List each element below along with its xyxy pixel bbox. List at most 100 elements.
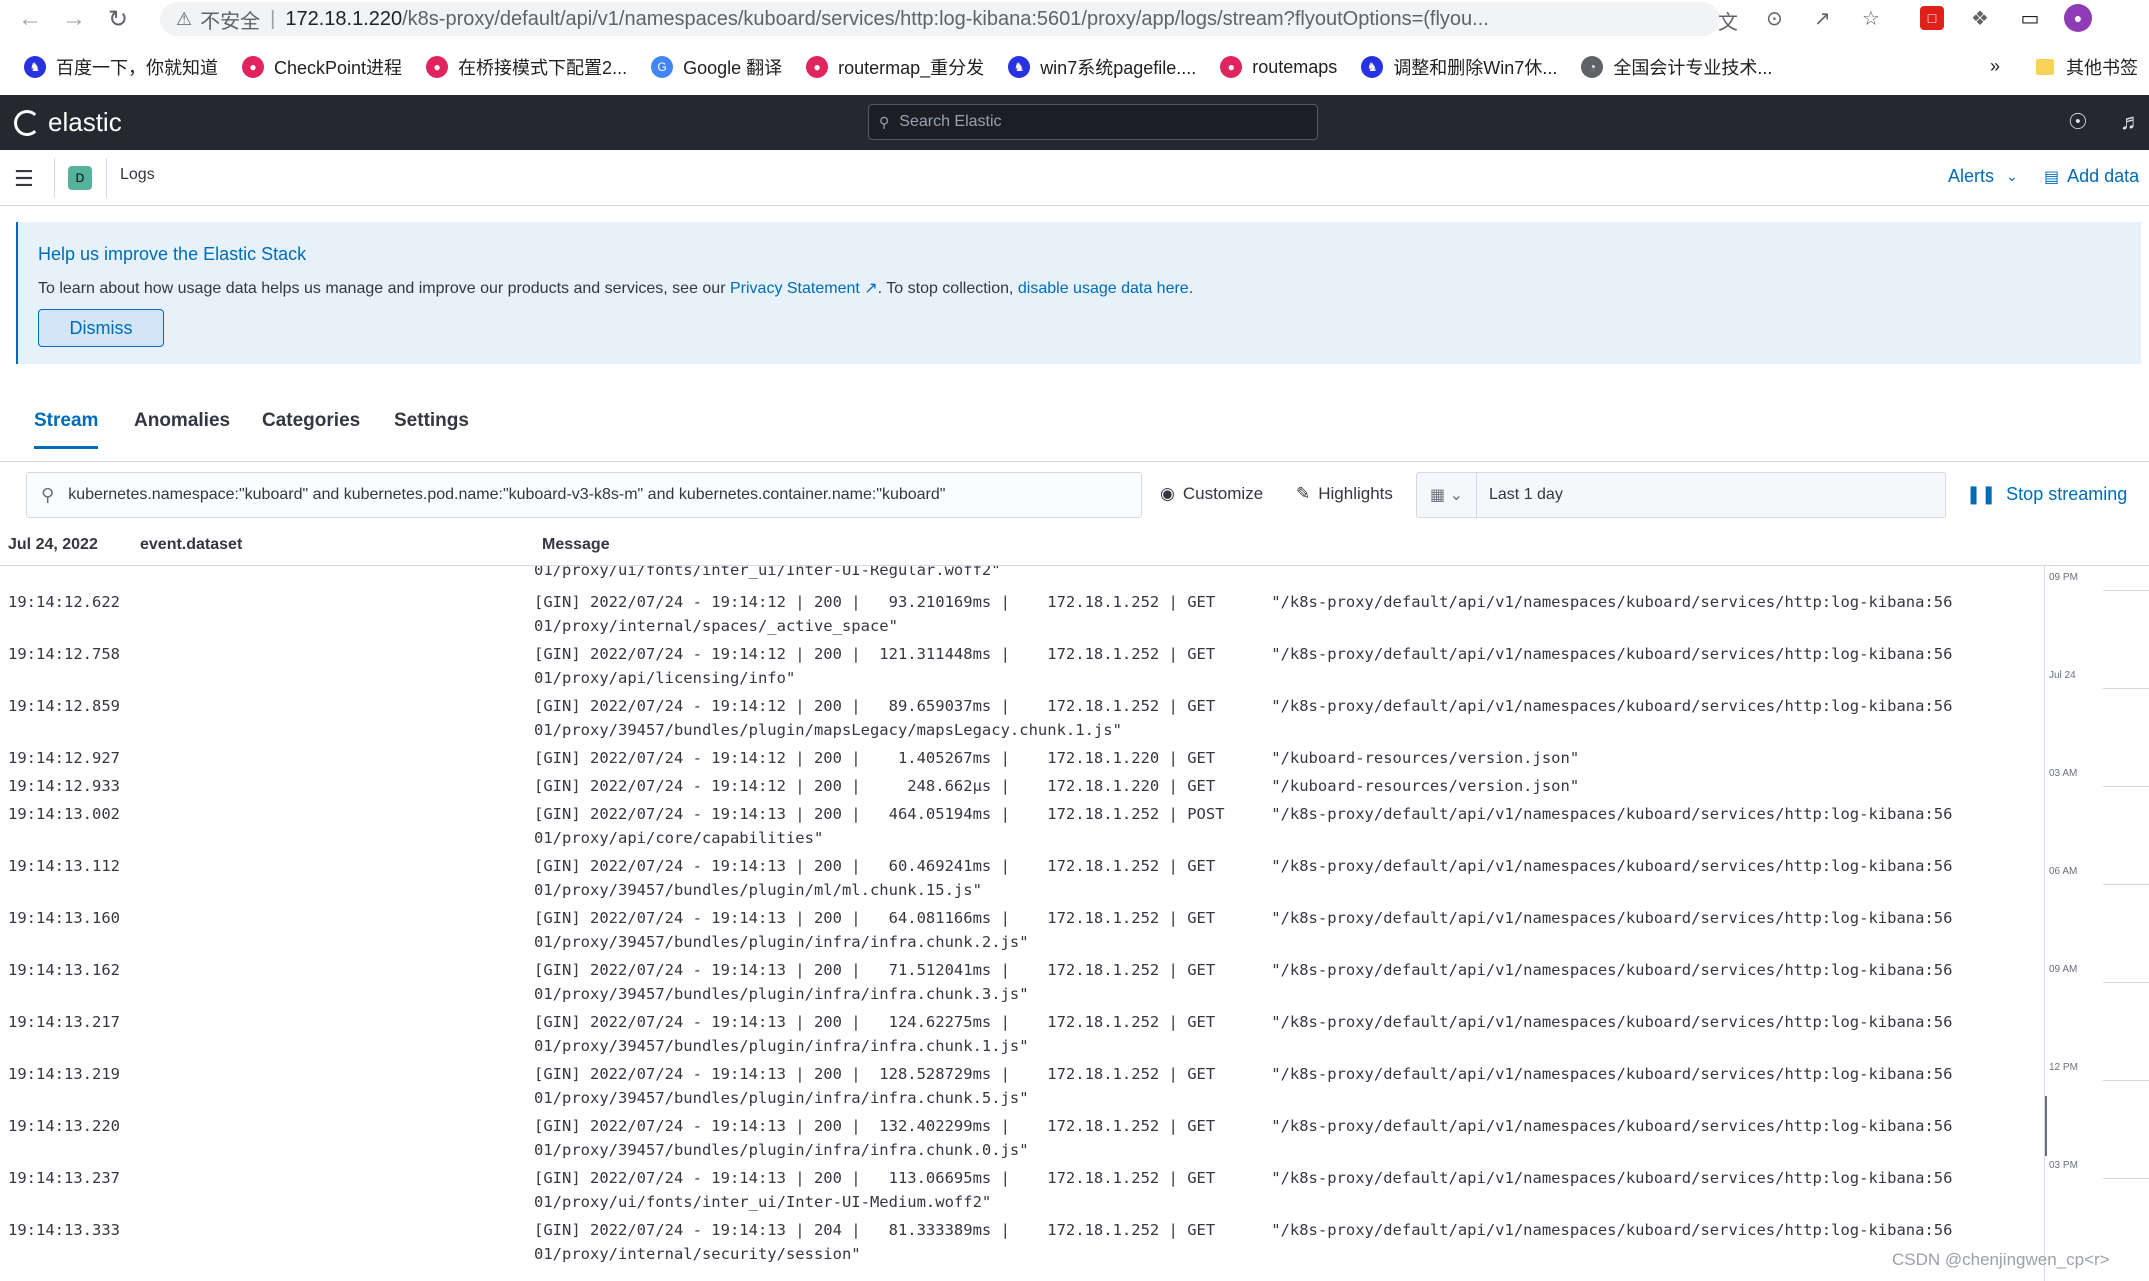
- log-message-line: [GIN] 2022/07/24 - 19:14:13 | 204 | 81.3…: [534, 1221, 1953, 1239]
- log-stream[interactable]: 01/proxy/ui/fonts/inter_ui/Inter-UI-Regu…: [0, 566, 2042, 1281]
- bookmark-label: 百度一下，你就知道: [56, 58, 218, 78]
- log-message-line: [GIN] 2022/07/24 - 19:14:12 | 200 | 248.…: [534, 777, 1580, 795]
- minimap-time-label: 03 AM: [2049, 768, 2078, 779]
- bookmark-favicon-icon: ●: [1220, 56, 1243, 78]
- minimap-time-label: 09 PM: [2049, 572, 2078, 583]
- address-bar[interactable]: ⚠ 不安全 | 172.18.1.220/k8s-proxy/default/a…: [160, 2, 1720, 36]
- newsfeed-icon[interactable]: ♬: [2120, 109, 2142, 135]
- pdf-extension-icon[interactable]: □: [1920, 6, 1944, 30]
- add-data-link[interactable]: ▤ Add data: [2044, 166, 2139, 187]
- share-icon[interactable]: ↗: [1814, 6, 1831, 31]
- add-data-icon: ▤: [2044, 168, 2060, 186]
- disable-usage-data-link[interactable]: disable usage data here: [1018, 280, 1189, 297]
- log-message-line: [GIN] 2022/07/24 - 19:14:13 | 200 | 71.5…: [534, 961, 1953, 979]
- log-timestamp: 19:14:13.333: [8, 1221, 120, 1239]
- log-timestamp: 19:14:13.160: [8, 909, 120, 927]
- search-elastic-input[interactable]: ⚲ Search Elastic: [868, 104, 1318, 140]
- tab-settings[interactable]: Settings: [394, 410, 469, 446]
- log-timestamp: 19:14:13.112: [8, 857, 120, 875]
- folder-icon: [2036, 59, 2054, 75]
- log-timestamp: 19:14:13.217: [8, 1013, 120, 1031]
- bookmark-label: 在桥接模式下配置2...: [458, 58, 628, 78]
- tab-categories[interactable]: Categories: [262, 410, 360, 446]
- log-timestamp: 19:14:13.219: [8, 1065, 120, 1083]
- elastic-logo-icon: [14, 109, 40, 136]
- log-timestamp: 19:14:12.933: [8, 777, 120, 795]
- back-arrow-icon[interactable]: ←: [14, 3, 46, 35]
- bookmark-item[interactable]: ● 在桥接模式下配置2...: [426, 54, 627, 80]
- eye-icon: ◉: [1160, 484, 1175, 503]
- hamburger-menu-icon[interactable]: ☰: [14, 166, 34, 192]
- bookmark-label: 全国会计专业技术...: [1613, 58, 1773, 78]
- warning-icon: ⚠: [176, 8, 193, 29]
- space-avatar[interactable]: D: [68, 166, 92, 190]
- reload-icon[interactable]: ↻: [102, 3, 134, 35]
- highlights-button[interactable]: ✎ Highlights: [1296, 484, 1393, 504]
- url-path: /k8s-proxy/default/api/v1/namespaces/kub…: [402, 7, 1489, 30]
- customize-button[interactable]: ◉ Customize: [1160, 484, 1263, 504]
- log-message-line: [GIN] 2022/07/24 - 19:14:12 | 200 | 93.2…: [534, 593, 1953, 611]
- stop-streaming-button[interactable]: ❚❚ Stop streaming: [1966, 484, 2127, 505]
- search-placeholder: Search Elastic: [899, 113, 1002, 130]
- breadcrumb-logs[interactable]: Logs: [120, 166, 155, 184]
- privacy-statement-link[interactable]: Privacy Statement: [730, 280, 860, 297]
- elastic-logo[interactable]: elastic: [14, 107, 122, 138]
- tab-stream[interactable]: Stream: [34, 410, 99, 449]
- log-message-line: 01/proxy/ui/fonts/inter_ui/Inter-UI-Medi…: [534, 1193, 992, 1211]
- log-message-line: [GIN] 2022/07/24 - 19:14:13 | 200 | 464.…: [534, 805, 1953, 823]
- bookmarks-overflow-icon[interactable]: »: [1990, 56, 2000, 77]
- log-message-line: [GIN] 2022/07/24 - 19:14:12 | 200 | 89.6…: [534, 697, 1953, 715]
- log-minimap[interactable]: 09 PM Jul 24 03 AM 06 AM 09 AM 12 PM 03 PM: [2044, 566, 2149, 1281]
- zoom-icon[interactable]: ⊙: [1766, 6, 1783, 31]
- tab-anomalies[interactable]: Anomalies: [134, 410, 230, 446]
- log-message-line: 01/proxy/api/core/capabilities": [534, 829, 824, 847]
- bookmark-item[interactable]: ● CheckPoint进程: [242, 54, 402, 80]
- bookmark-item[interactable]: ♞ win7系统pagefile....: [1008, 54, 1196, 80]
- log-timestamp: 19:14:12.622: [8, 593, 120, 611]
- translate-icon[interactable]: 文: [1718, 6, 1738, 35]
- column-date: Jul 24, 2022: [8, 536, 98, 553]
- bookmark-item[interactable]: ● routemaps: [1220, 56, 1337, 78]
- log-message-line: [GIN] 2022/07/24 - 19:14:12 | 200 | 1.40…: [534, 749, 1580, 767]
- other-bookmarks-folder[interactable]: 其他书签: [2036, 54, 2138, 80]
- bookmark-item[interactable]: ♞ 百度一下，你就知道: [24, 54, 218, 80]
- bookmark-star-icon[interactable]: ☆: [1862, 6, 1880, 31]
- external-link-icon: ↗: [859, 280, 878, 297]
- query-text: kubernetes.namespace:"kuboard" and kuber…: [68, 486, 946, 503]
- bookmark-item[interactable]: ◔ 全国会计专业技术...: [1581, 54, 1772, 80]
- minimap-time-label: 03 PM: [2049, 1160, 2078, 1171]
- log-message-line: 01/proxy/39457/bundles/plugin/infra/infr…: [534, 933, 1029, 951]
- bookmark-label: CheckPoint进程: [274, 58, 403, 78]
- elastic-logo-text: elastic: [48, 107, 122, 137]
- log-timestamp: 19:14:12.758: [8, 645, 120, 663]
- callout-text: .: [1188, 280, 1194, 297]
- callout-text: . To stop collection,: [877, 280, 1018, 297]
- bookmark-favicon-icon: ●: [806, 56, 829, 78]
- minimap-time-label: 09 AM: [2049, 964, 2078, 975]
- kql-query-input[interactable]: ⚲ kubernetes.namespace:"kuboard" and kub…: [26, 472, 1142, 518]
- insecure-label: 不安全: [200, 10, 261, 33]
- bookmark-favicon-icon: ◔: [1581, 56, 1604, 78]
- bookmark-label: win7系统pagefile....: [1040, 58, 1197, 78]
- bookmark-item[interactable]: G Google 翻译: [651, 54, 782, 80]
- forward-arrow-icon[interactable]: →: [58, 3, 90, 35]
- log-message-line: [GIN] 2022/07/24 - 19:14:13 | 200 | 60.4…: [534, 857, 1953, 875]
- side-panel-icon[interactable]: ▭: [2016, 4, 2044, 32]
- highlights-label: Highlights: [1318, 484, 1393, 503]
- help-icon[interactable]: ☉: [2068, 109, 2088, 135]
- dismiss-button[interactable]: Dismiss: [38, 309, 164, 347]
- date-range-label[interactable]: Last 1 day: [1477, 486, 1563, 504]
- url-host: 172.18.1.220: [285, 7, 403, 30]
- extensions-puzzle-icon[interactable]: ❖: [1966, 4, 1994, 32]
- search-icon: ⚲: [41, 484, 55, 505]
- add-data-label: Add data: [2067, 166, 2140, 186]
- log-message-line: 01/proxy/api/licensing/info": [534, 669, 796, 687]
- calendar-quick-select-icon[interactable]: ▦ ⌄: [1417, 473, 1477, 517]
- alerts-menu-button[interactable]: Alerts ⌄: [1948, 166, 2018, 187]
- profile-avatar[interactable]: ●: [2064, 4, 2092, 32]
- bookmark-item[interactable]: ● routermap_重分发: [806, 54, 984, 80]
- pause-icon: ❚❚: [1966, 484, 1997, 504]
- log-message-line: [GIN] 2022/07/24 - 19:14:13 | 200 | 64.0…: [534, 909, 1953, 927]
- bookmark-item[interactable]: ♞ 调整和删除Win7休...: [1361, 54, 1557, 80]
- bookmark-label: Google 翻译: [683, 58, 783, 78]
